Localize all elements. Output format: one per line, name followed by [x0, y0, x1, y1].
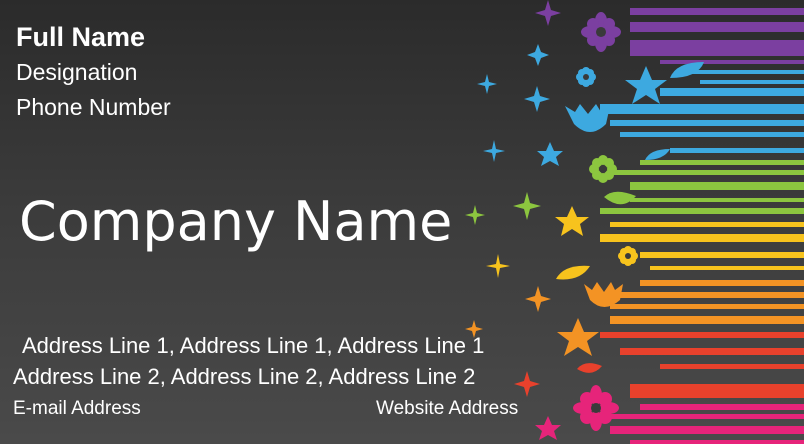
- sparkle-icon: [535, 0, 561, 26]
- stripe: [600, 234, 804, 242]
- stripe: [600, 332, 804, 338]
- stripe: [630, 182, 804, 190]
- star-icon: [555, 206, 589, 236]
- leaf-icon: [645, 149, 670, 160]
- stripe: [610, 120, 804, 126]
- designation: Designation: [16, 59, 138, 85]
- tulip-icon: [584, 282, 623, 307]
- flower-icon: [589, 155, 617, 183]
- stripe: [700, 80, 804, 84]
- sparkle-icon: [483, 140, 505, 162]
- stripe: [610, 170, 804, 175]
- flower-icon: [573, 385, 619, 431]
- sparkle-icon: [465, 205, 485, 225]
- stripe: [650, 266, 804, 270]
- star-icon: [557, 318, 599, 356]
- flower-icon: [618, 246, 638, 266]
- stripe: [640, 252, 804, 258]
- full-name: Full Name: [16, 22, 146, 52]
- stripe: [610, 316, 804, 324]
- stripe: [660, 364, 804, 369]
- stripe: [600, 414, 804, 419]
- stripe: [640, 404, 804, 410]
- business-card: Full Name Designation Phone Number Compa…: [0, 0, 804, 444]
- email-address: E-mail Address: [13, 398, 141, 419]
- leaf-icon: [604, 191, 636, 205]
- stripe: [660, 60, 804, 64]
- sparkle-icon: [524, 86, 550, 112]
- stripe: [630, 384, 804, 398]
- stripe: [660, 88, 804, 96]
- star-icon: [535, 416, 561, 440]
- stripe: [610, 426, 804, 434]
- star-icon: [625, 66, 667, 104]
- flower-icon: [576, 67, 596, 87]
- stripe: [690, 70, 804, 74]
- stripe: [620, 348, 804, 355]
- leaf-icon: [556, 265, 590, 280]
- stripe: [620, 292, 804, 298]
- sparkle-icon: [527, 44, 549, 66]
- sparkle-icon: [514, 371, 540, 397]
- stripe: [630, 198, 804, 202]
- stripe: [630, 440, 804, 444]
- star-icon: [537, 142, 563, 166]
- address-line-2: Address Line 2, Address Line 2, Address …: [13, 364, 476, 389]
- stripe: [670, 148, 804, 153]
- stripe: [600, 208, 804, 214]
- stripe: [600, 104, 804, 114]
- sparkle-icon: [525, 286, 551, 312]
- sparkle-icon: [513, 192, 541, 220]
- stripe: [640, 160, 804, 165]
- stripe: [640, 280, 804, 286]
- address-line-1: Address Line 1, Address Line 1, Address …: [22, 333, 485, 358]
- website-address: Website Address: [376, 398, 519, 419]
- stripe: [620, 132, 804, 137]
- stripe: [630, 22, 804, 32]
- stripe: [610, 304, 804, 309]
- flower-icon: [581, 12, 621, 52]
- stripe: [630, 8, 804, 15]
- sparkle-icon: [477, 74, 497, 94]
- stripe: [630, 40, 804, 56]
- sparkle-icon: [486, 254, 510, 278]
- leaf-icon: [577, 363, 602, 373]
- company-name: Company Name: [19, 190, 453, 253]
- phone-number: Phone Number: [16, 94, 171, 120]
- stripe: [610, 222, 804, 227]
